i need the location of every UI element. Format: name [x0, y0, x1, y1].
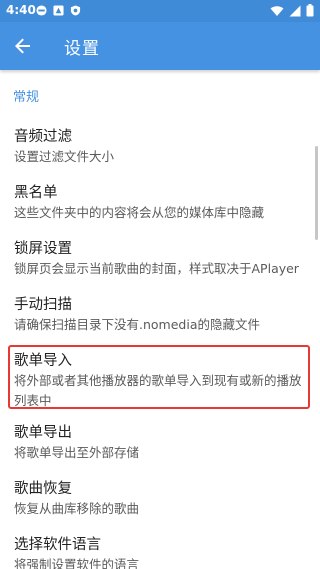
- status-bar: 4:40: [0, 0, 320, 22]
- pref-blacklist[interactable]: 黑名单 这些文件夹中的内容将会从您的媒体库中隐藏: [0, 181, 320, 227]
- pref-title: 选择软件语言: [14, 537, 101, 553]
- pref-summary: 锁屏页会显示当前歌曲的封面，样式取决于APlayer: [14, 261, 299, 276]
- shield-icon: [70, 5, 81, 16]
- section-header: 常规: [13, 90, 40, 105]
- pref-lockscreen[interactable]: 锁屏设置 锁屏页会显示当前歌曲的封面，样式取决于APlayer: [0, 237, 320, 283]
- page-title: 设置: [64, 39, 100, 59]
- pref-playlist-export[interactable]: 歌单导出 将歌单导出至外部存储: [0, 421, 320, 467]
- pref-song-restore[interactable]: 歌曲恢复 恢复从曲库移除的歌曲: [0, 477, 320, 523]
- battery-icon: [306, 4, 314, 17]
- pref-title: 锁屏设置: [14, 241, 72, 257]
- pref-title: 歌曲恢复: [14, 481, 72, 497]
- pref-title: 手动扫描: [14, 297, 72, 313]
- pref-audio-filter[interactable]: 音频过滤 设置过滤文件大小: [0, 125, 320, 171]
- pref-summary: 恢复从曲库移除的歌曲: [14, 501, 140, 516]
- status-time: 4:40: [6, 3, 36, 17]
- signal-icon: [289, 5, 301, 16]
- pref-summary: 将歌单导出至外部存储: [14, 445, 140, 460]
- pref-title: 歌单导出: [14, 425, 72, 441]
- system-icons: [270, 4, 314, 17]
- wifi-icon: [270, 5, 284, 16]
- back-button[interactable]: [8, 31, 38, 61]
- pref-summary: 请确保扫描目录下没有.nomedia的隐藏文件: [14, 317, 260, 332]
- pref-summary: 将强制设置软件的语言: [14, 557, 140, 569]
- pref-summary: 设置过滤文件大小: [14, 149, 115, 164]
- pref-title: 音频过滤: [14, 129, 72, 145]
- scrollbar[interactable]: [315, 146, 318, 240]
- arrow-back-icon: [15, 38, 30, 54]
- highlight-box: [8, 345, 310, 409]
- pref-summary: 这些文件夹中的内容将会从您的媒体库中隐藏: [14, 205, 265, 220]
- notification-icons: [36, 5, 81, 16]
- pref-language[interactable]: 选择软件语言 将强制设置软件的语言: [0, 533, 320, 569]
- settings-list: 常规 音频过滤 设置过滤文件大小 黑名单 这些文件夹中的内容将会从您的媒体库中隐…: [0, 70, 320, 569]
- pref-manual-scan[interactable]: 手动扫描 请确保扫描目录下没有.nomedia的隐藏文件: [0, 293, 320, 339]
- app-bar: 设置: [0, 22, 320, 70]
- dnd-icon: [36, 5, 47, 16]
- app-notification-icon: [53, 5, 64, 16]
- pref-title: 黑名单: [14, 185, 58, 201]
